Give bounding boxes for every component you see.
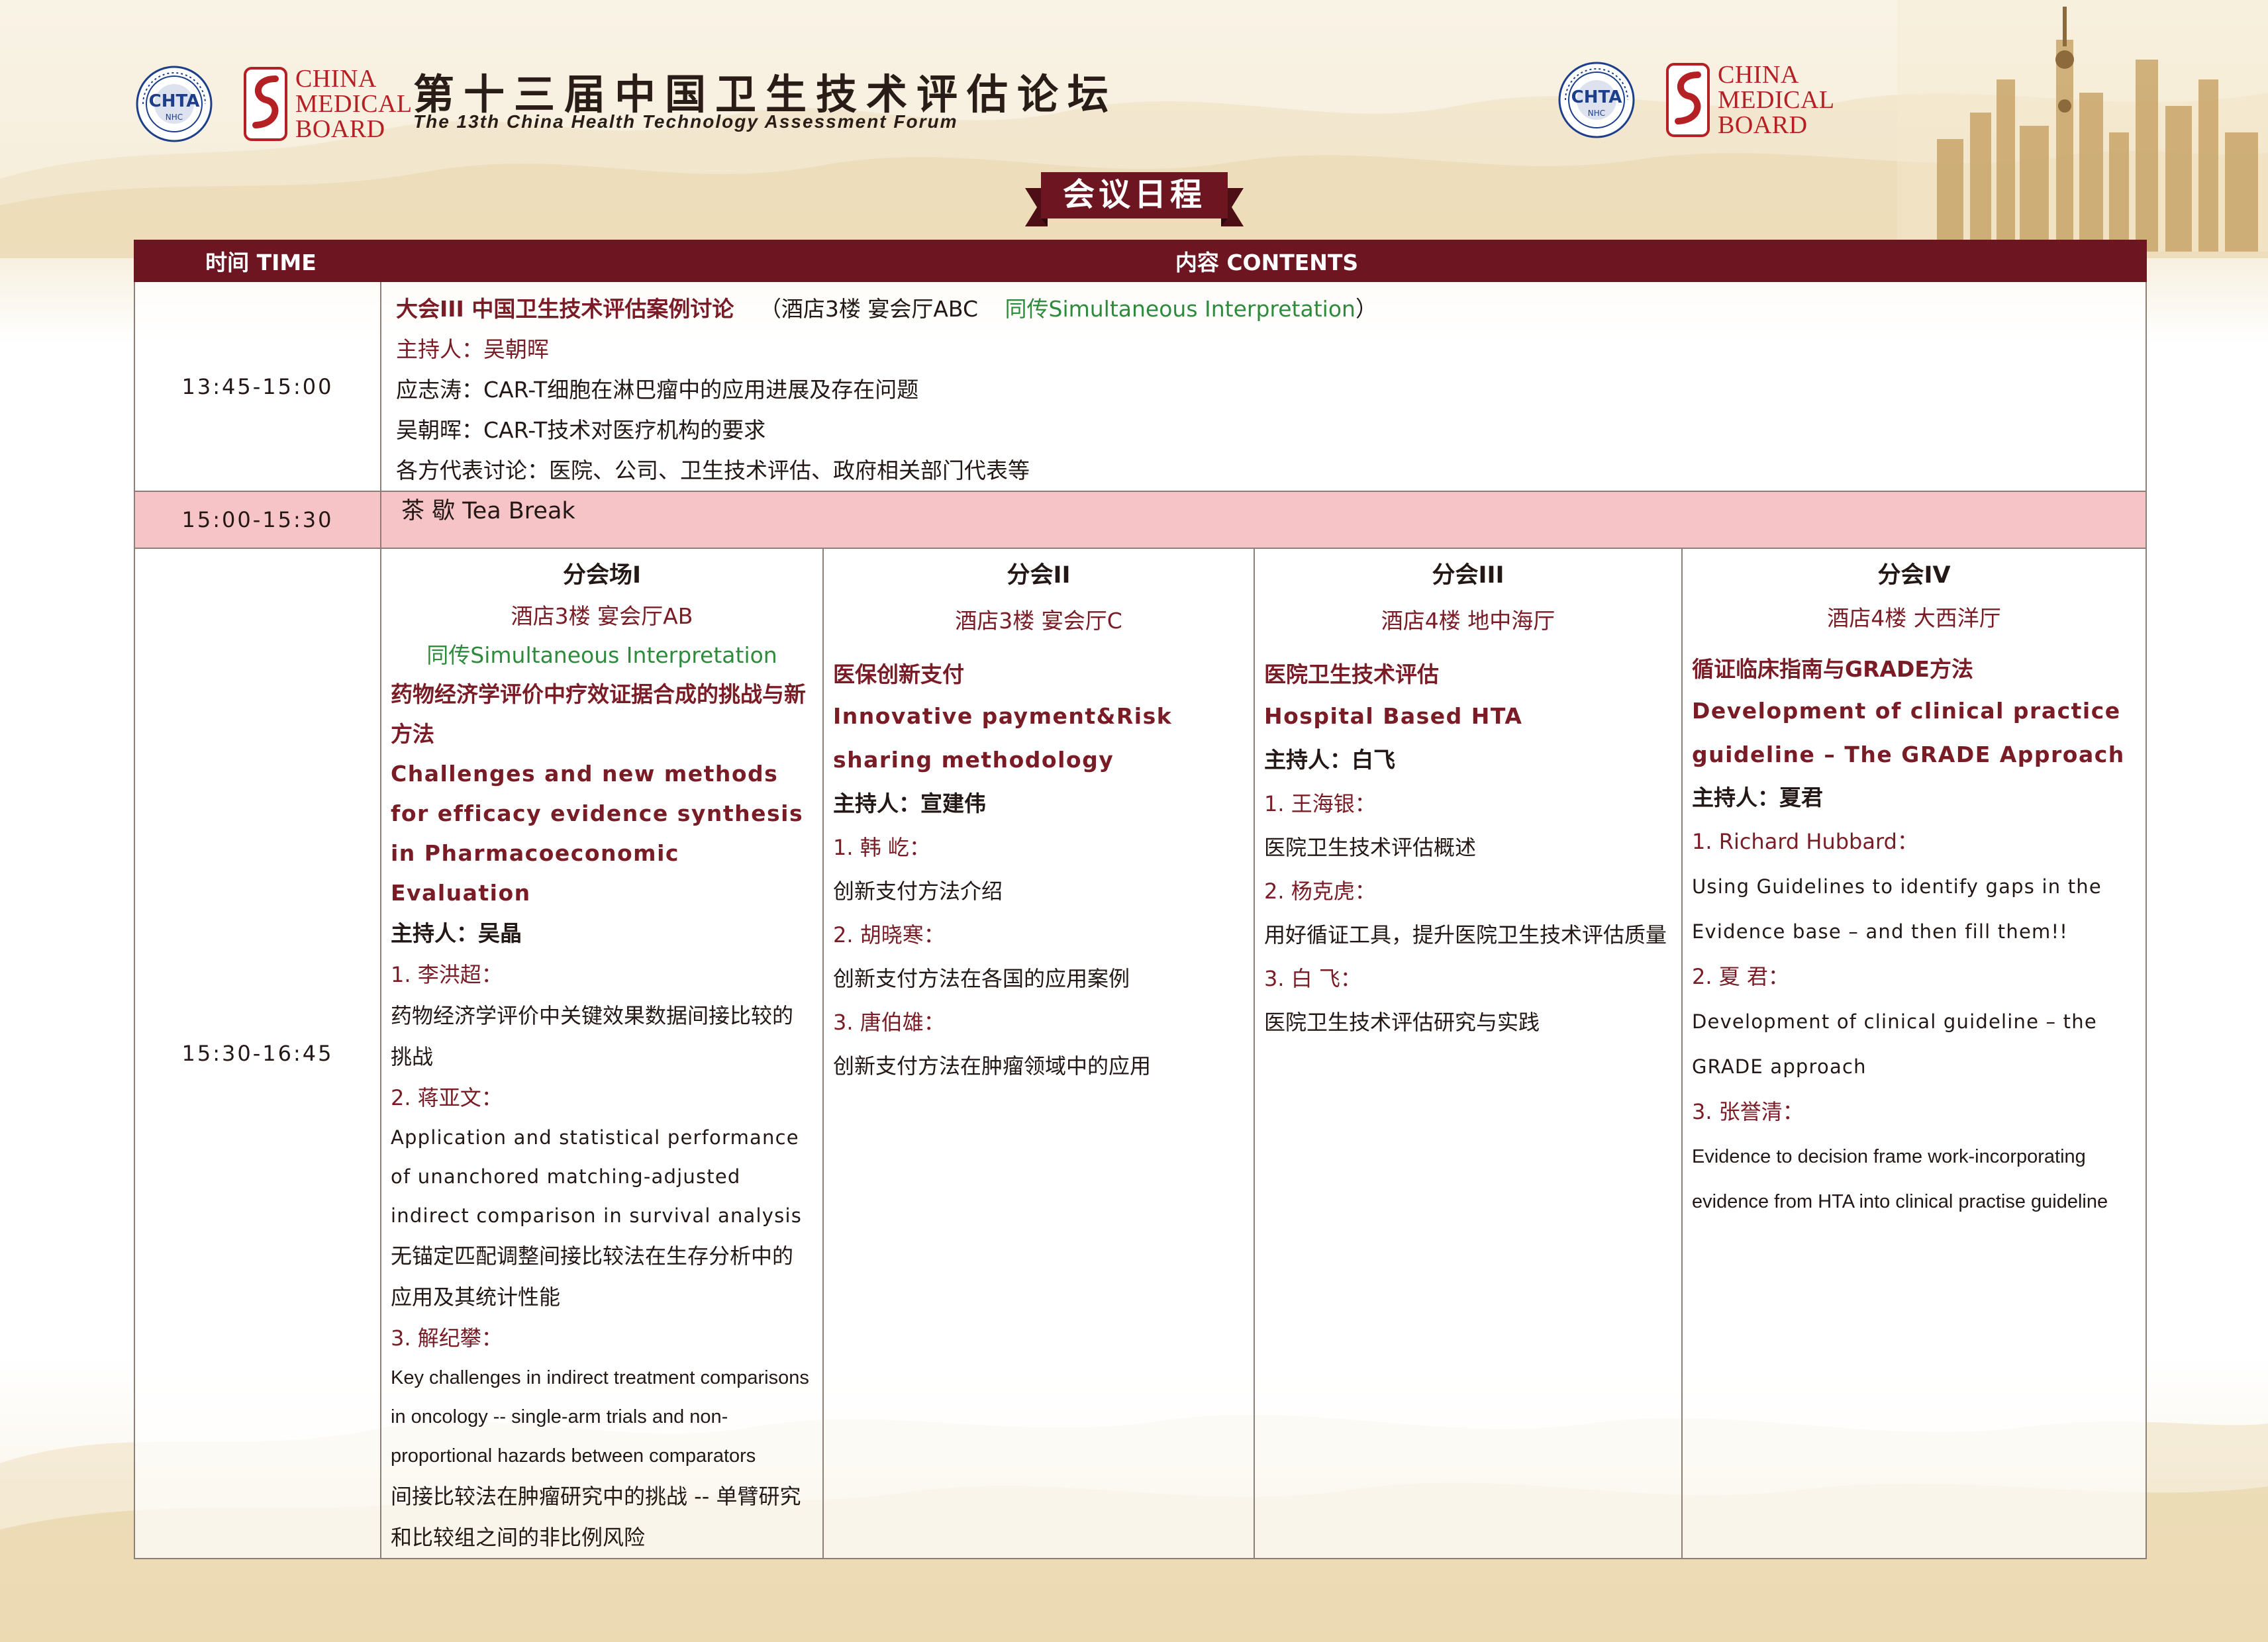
cmb-line-1: CHINA (1718, 61, 1799, 89)
session-host: 主持人：吴晶 (391, 920, 522, 946)
session-3: 分会III 酒店4楼 地中海厅 医院卫生技术评估 Hospital Based … (1254, 548, 1683, 1559)
table-header-row: 时间 TIME 内容 CONTENTS (134, 240, 2147, 282)
session-4: 分会IV 酒店4楼 大西洋厅 循证临床指南与GRADE方法 Developmen… (1681, 548, 2147, 1559)
session-title-cn: 医保创新支付 (833, 661, 964, 687)
talk-title-cn: 无锚定匹配调整间接比较法在生存分析中的应用及其统计性能 (391, 1243, 794, 1310)
talk-title-en: Development of clinical guideline – the … (1692, 1010, 2097, 1078)
talk-speaker: 1. 王海银： (1264, 791, 1376, 816)
tea-break-label: 茶 歇 Tea Break (401, 498, 575, 524)
session-host: 主持人：宣建伟 (833, 791, 986, 816)
session-title-en: Development of clinical practice guideli… (1692, 698, 2125, 767)
session-title-en: Hospital Based HTA (1264, 703, 1523, 729)
talk-title-cn: 医院卫生技术评估概述 (1264, 835, 1477, 860)
talk-speaker: 2. 夏 君： (1692, 964, 1789, 989)
tea-break-row: 15:00-15:30 茶 歇 Tea Break (134, 491, 2147, 549)
plenary-line: 应志涛：CAR-T细胞在淋巴瘤中的应用进展及存在问题 (396, 377, 919, 403)
session-venue: 酒店3楼 宴会厅C (955, 608, 1122, 634)
logo-group-right: CHTA NHC CHINA MEDICAL BOARD (1557, 61, 1835, 139)
session-title-cn: 医院卫生技术评估 (1264, 661, 1439, 687)
chta-seal-logo: CHTA NHC (135, 65, 213, 143)
talk-speaker: 1. Richard Hubbard： (1692, 829, 1918, 854)
chta-seal-sub: NHC (165, 113, 183, 122)
talk-title-cn: 创新支付方法在肿瘤领域中的应用 (833, 1053, 1152, 1079)
plenary-venue: （酒店3楼 宴会厅ABC (759, 296, 978, 322)
talk-speaker: 1. 韩 屹： (833, 835, 930, 860)
talk-title-cn: 创新支付方法在各国的应用案例 (833, 966, 1130, 991)
session-interpretation: 同传Simultaneous Interpretation (426, 642, 777, 668)
talk-speaker: 3. 唐伯雄： (833, 1010, 945, 1035)
cmb-line-2: MEDICAL (295, 90, 413, 118)
talk-speaker: 2. 杨克虎： (1264, 879, 1376, 904)
session-head: 分会II (1007, 562, 1071, 589)
col-time-header: 时间 TIME (134, 240, 381, 282)
chta-seal-sub: NHC (1587, 109, 1606, 118)
cmb-line-1: CHINA (295, 65, 377, 93)
plenary-row: 13:45-15:00 大会III 中国卫生技术评估案例讨论 （酒店3楼 宴会厅… (134, 281, 2147, 492)
talk-speaker: 3. 解纪攀： (391, 1326, 503, 1351)
plenary-interpretation: 同传Simultaneous Interpretation (1005, 296, 1356, 322)
session-head: 分会III (1432, 562, 1504, 589)
session-head: 分会IV (1877, 562, 1951, 589)
session-head: 分会场I (562, 562, 642, 589)
talk-title-cn: 医院卫生技术评估研究与实践 (1264, 1010, 1540, 1035)
logo-group-left: CHTA NHC CHINA MEDICAL BOARD (135, 65, 413, 143)
talk-speaker: 2. 胡晓寒： (833, 922, 945, 947)
session-1: 分会场I 酒店3楼 宴会厅AB 同传Simultaneous Interpret… (380, 548, 824, 1559)
plenary-line: 各方代表讨论：医院、公司、卫生技术评估、政府相关部门代表等 (396, 458, 1030, 483)
talk-title-en: Evidence to decision frame work-incorpor… (1692, 1146, 2108, 1212)
plenary-content: 大会III 中国卫生技术评估案例讨论 （酒店3楼 宴会厅ABC 同传Simult… (379, 281, 2147, 492)
col-time-label: 时间 TIME (205, 250, 317, 275)
session-venue: 酒店4楼 大西洋厅 (1827, 605, 2001, 631)
session-title-en: Challenges and new methods for efficacy … (391, 761, 804, 906)
col-contents-header: 内容 CONTENTS (379, 240, 2147, 282)
cmb-line-3: BOARD (295, 115, 385, 143)
cmb-logo: CHINA MEDICAL BOARD (242, 66, 413, 142)
cmb-dragon-icon (1666, 63, 1710, 137)
plenary-host: 主持人：吴朝晖 (396, 336, 549, 362)
sessions-time: 15:30-16:45 (134, 548, 381, 1559)
cmb-dragon-icon (244, 67, 287, 141)
session-2: 分会II 酒店3楼 宴会厅C 医保创新支付 Innovative payment… (822, 548, 1255, 1559)
col-contents-label: 内容 CONTENTS (1175, 250, 1359, 275)
city-skyline-image (1897, 0, 2268, 252)
session-title-cn: 药物经济学评价中疗效证据合成的挑战与新方法 (391, 681, 806, 747)
session-venue: 酒店3楼 宴会厅AB (511, 603, 693, 629)
tea-break-time: 15:00-15:30 (134, 491, 381, 549)
sessions-row: 15:30-16:45 分会场I 酒店3楼 宴会厅AB 同传Simultaneo… (134, 548, 2147, 1559)
tea-break-cell: 茶 歇 Tea Break (379, 491, 2147, 549)
plenary-line: 吴朝晖：CAR-T技术对医疗机构的要求 (396, 417, 766, 443)
talk-title-cn: 用好循证工具，提升医院卫生技术评估质量 (1264, 922, 1667, 947)
agenda-ribbon-label: 会议日程 (1062, 176, 1206, 213)
session-venue: 酒店4楼 地中海厅 (1381, 608, 1555, 634)
plenary-venue-close: ） (1355, 296, 1377, 322)
talk-title-en: Key challenges in indirect treatment com… (391, 1367, 809, 1467)
session-host: 主持人：夏君 (1692, 785, 1823, 810)
forum-title-en: The 13th China Health Technology Assessm… (413, 111, 958, 132)
chta-seal-logo: CHTA NHC (1557, 61, 1636, 139)
talk-speaker: 3. 张誉清： (1692, 1099, 1804, 1124)
talk-title-en: Using Guidelines to identify gaps in the… (1692, 875, 2102, 943)
session-host: 主持人：白飞 (1264, 747, 1395, 773)
talk-speaker: 3. 白 飞： (1264, 966, 1361, 991)
cmb-logo: CHINA MEDICAL BOARD (1665, 62, 1835, 138)
talk-title-en: Application and statistical performance … (391, 1126, 803, 1227)
session-title-cn: 循证临床指南与GRADE方法 (1692, 656, 1973, 682)
chta-seal-text: CHTA (148, 91, 200, 111)
talk-title-cn: 创新支付方法介绍 (833, 879, 1003, 904)
chta-seal-text: CHTA (1571, 87, 1622, 107)
plenary-title: 大会III 中国卫生技术评估案例讨论 (396, 296, 734, 322)
session-title-en: Innovative payment&Risk sharing methodol… (833, 703, 1173, 773)
talk-title-cn: 药物经济学评价中关键效果数据间接比较的挑战 (391, 1003, 794, 1069)
cmb-line-3: BOARD (1718, 111, 1808, 139)
plenary-time: 13:45-15:00 (134, 281, 381, 492)
talk-speaker: 1. 李洪超： (391, 962, 503, 987)
cmb-line-2: MEDICAL (1718, 86, 1835, 114)
talk-title-cn: 间接比较法在肿瘤研究中的挑战 -- 单臂研究和比较组之间的非比例风险 (391, 1484, 801, 1550)
agenda-table: 时间 TIME 内容 CONTENTS 13:45-15:00 大会III 中国… (134, 240, 2147, 1559)
talk-speaker: 2. 蒋亚文： (391, 1085, 503, 1110)
